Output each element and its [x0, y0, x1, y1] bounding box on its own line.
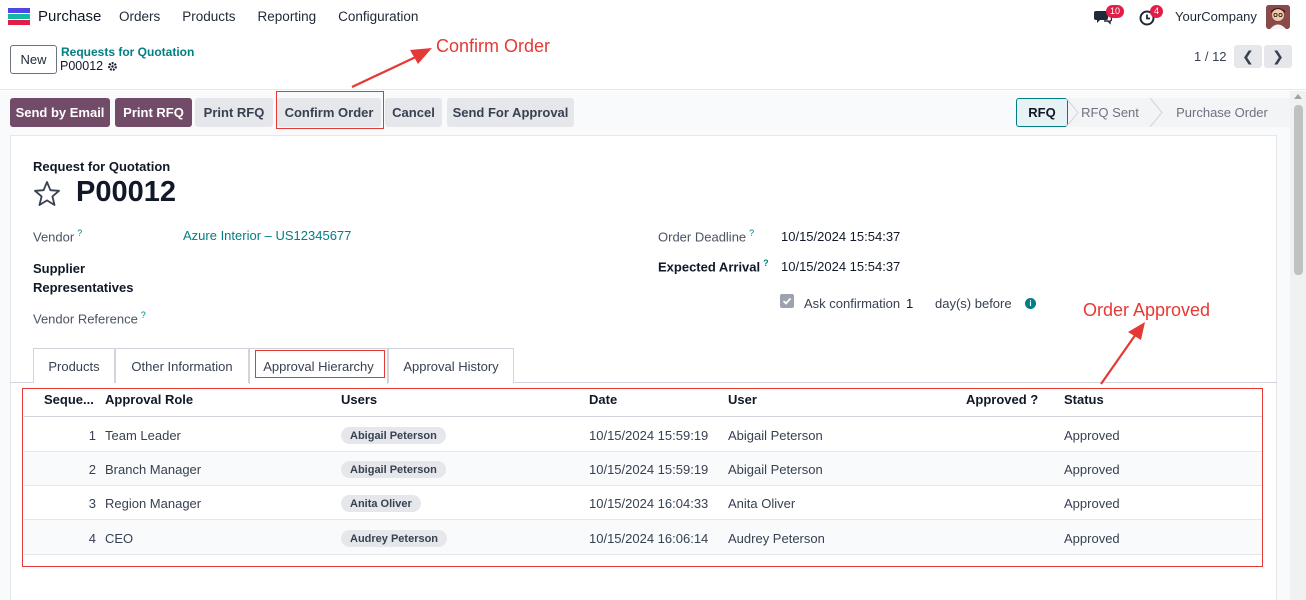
annotation-arrows: [351, 48, 1145, 385]
order-approved-arrow-shaft: [1100, 333, 1137, 385]
order-approved-arrowhead-icon: [1128, 322, 1145, 340]
confirm-order-arrow-shaft: [351, 54, 421, 88]
confirm-order-arrowhead-icon: [410, 48, 432, 64]
